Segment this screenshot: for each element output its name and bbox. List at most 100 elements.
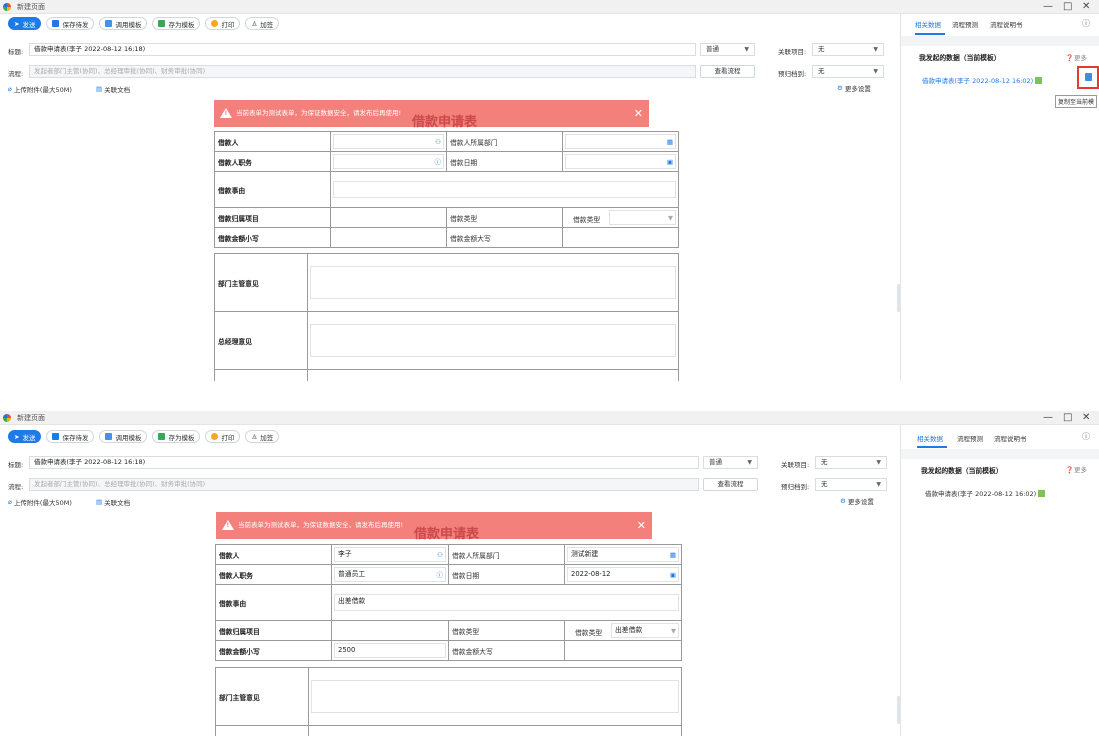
upload-attachment-link[interactable]: ⌀ 上传附件(最大50M): [8, 84, 72, 94]
close-window-button[interactable]: ✕: [1082, 0, 1090, 14]
reason-field[interactable]: [330, 171, 679, 208]
related-doc-link[interactable]: ▤ 关联文档: [96, 84, 130, 94]
opinion-table: 部门主管意见: [215, 667, 682, 736]
borrower-label: 借款人: [214, 131, 331, 152]
send-button[interactable]: ➤ 发送: [8, 430, 42, 443]
add-sign-button[interactable]: ♙ 加签: [245, 17, 280, 30]
template-badge-icon: [1038, 490, 1046, 497]
copy-to-current-button[interactable]: [1077, 66, 1099, 89]
borrower-field[interactable]: 李子 ⚇: [331, 544, 449, 565]
position-label: 借款人职务: [214, 151, 331, 172]
tab-flow-predict[interactable]: 流程预测: [957, 433, 983, 443]
call-template-button[interactable]: 调用模板: [99, 430, 148, 443]
active-tab-indicator: [917, 446, 947, 448]
amount-small-field[interactable]: 2500: [331, 640, 449, 661]
send-icon: ➤: [14, 432, 20, 441]
subject-label: 标题:: [8, 461, 24, 469]
add-sign-button[interactable]: ♙ 加签: [245, 430, 280, 443]
window-titlebar: 新建页面 — □ ✕: [0, 411, 1099, 425]
amount-small-label: 借款金额小写: [215, 640, 332, 661]
borrow-date-label: 借款日期: [446, 151, 563, 172]
info-icon[interactable]: ⓘ: [1082, 431, 1090, 442]
amount-small-field[interactable]: [330, 227, 447, 248]
more-settings-link[interactable]: ⚙ 更多设置: [837, 83, 871, 93]
dept-opinion-field[interactable]: [307, 253, 679, 312]
project-field[interactable]: [331, 620, 449, 641]
subject-input[interactable]: 借款申请表(李子 2022-08-12 16:18): [29, 43, 696, 56]
print-button[interactable]: 打印: [205, 17, 241, 30]
tab-flow-desc[interactable]: 流程说明书: [990, 19, 1023, 29]
close-banner-icon[interactable]: ✕: [634, 100, 643, 127]
position-field[interactable]: 普通员工 ⓘ: [331, 564, 449, 585]
person-icon: ⚇: [437, 551, 443, 559]
save-template-button[interactable]: 存为模板: [152, 17, 201, 30]
tab-flow-desc[interactable]: 流程说明书: [994, 433, 1027, 443]
related-project-select[interactable]: 无 ▼: [812, 43, 884, 56]
info-icon[interactable]: ⓘ: [1082, 18, 1090, 29]
project-field[interactable]: [330, 207, 447, 228]
screenshot-before: 新建页面 — □ ✕ ➤ 发送 保存待发 调用模板 存为模板 打印 ♙ 加签 标题:…: [0, 0, 1099, 381]
reason-label: 借款事由: [215, 584, 332, 621]
borrow-date-field[interactable]: ▣: [562, 151, 679, 172]
loan-type-field[interactable]: 借款类型 出差借款 ▼: [564, 620, 682, 641]
borrower-dept-field[interactable]: ▦: [562, 131, 679, 152]
tab-flow-predict[interactable]: 流程预测: [952, 19, 978, 29]
borrower-label: 借款人: [215, 544, 332, 565]
call-template-button[interactable]: 调用模板: [99, 17, 148, 30]
loan-type-field[interactable]: 借款类型 ▼: [562, 207, 679, 228]
flow-label: 流程:: [8, 483, 24, 491]
priority-select[interactable]: 普通 ▼: [700, 43, 755, 56]
close-window-button[interactable]: ✕: [1082, 411, 1090, 425]
view-flow-button[interactable]: 查看流程: [700, 65, 755, 78]
reason-field[interactable]: 出差借款: [331, 584, 682, 621]
flow-label: 流程:: [8, 70, 24, 78]
more-link[interactable]: ❓更多: [1066, 52, 1087, 62]
borrower-field[interactable]: ⚇: [330, 131, 447, 152]
template-icon: [105, 433, 113, 440]
flow-input[interactable]: 发起者部门主管(协同)、总经理审批(协同)、财务审批(协同): [29, 65, 696, 78]
send-button[interactable]: ➤ 发送: [8, 17, 42, 30]
priority-select[interactable]: 普通 ▼: [703, 456, 758, 469]
more-link[interactable]: ❓更多: [1066, 464, 1087, 474]
section-heading: 我发起的数据（当前模板）: [919, 54, 1001, 62]
upload-attachment-link[interactable]: ⌀ 上传附件(最大50M): [8, 497, 72, 507]
project-label: 借款归属项目: [214, 207, 331, 228]
related-data-item[interactable]: 借款申请表(李子 2022-08-12 16:02): [922, 75, 1043, 85]
amount-big-field[interactable]: [564, 640, 682, 661]
archive-select[interactable]: 无 ▼: [815, 478, 887, 491]
archive-select[interactable]: 无 ▼: [812, 65, 884, 78]
more-settings-link[interactable]: ⚙ 更多设置: [840, 496, 874, 506]
info-icon: ⓘ: [436, 571, 444, 579]
flow-input[interactable]: 发起者部门主管(协同)、总经理审批(协同)、财务审批(协同): [29, 478, 699, 491]
save-draft-button[interactable]: 保存待发: [46, 430, 95, 443]
warning-icon: [220, 108, 232, 118]
related-project-select[interactable]: 无 ▼: [815, 456, 887, 469]
save-draft-button[interactable]: 保存待发: [46, 17, 95, 30]
view-flow-button[interactable]: 查看流程: [703, 478, 758, 491]
borrower-dept-field[interactable]: 测试新建 ▦: [564, 544, 682, 565]
dept-opinion-field[interactable]: [308, 667, 682, 726]
minimize-button[interactable]: —: [1043, 411, 1053, 425]
document-icon: ▤: [96, 85, 103, 93]
copy-tooltip: 复制至当前模: [1055, 95, 1098, 108]
save-template-icon: [158, 433, 166, 440]
template-icon: [105, 20, 113, 27]
subject-input[interactable]: 借款申请表(李子 2022-08-12 16:18): [29, 456, 699, 469]
borrow-date-field[interactable]: 2022-08-12 ▣: [564, 564, 682, 585]
print-button[interactable]: 打印: [205, 430, 241, 443]
related-doc-link[interactable]: ▤ 关联文档: [96, 497, 130, 507]
toolbar: ➤ 发送 保存待发 调用模板 存为模板 打印 ♙ 加签: [8, 17, 280, 31]
help-icon: ❓: [1065, 54, 1074, 62]
maximize-button[interactable]: □: [1063, 411, 1072, 425]
tab-related-data[interactable]: 相关数据: [915, 19, 941, 29]
related-data-item[interactable]: 借款申请表(李子 2022-08-12 16:02): [925, 488, 1046, 498]
tab-related-data[interactable]: 相关数据: [917, 433, 943, 443]
add-sign-icon: ♙: [251, 432, 258, 441]
close-banner-icon[interactable]: ✕: [637, 512, 646, 539]
maximize-button[interactable]: □: [1063, 0, 1072, 14]
position-field[interactable]: ⓘ: [330, 151, 447, 172]
minimize-button[interactable]: —: [1043, 0, 1053, 14]
gm-opinion-field[interactable]: [307, 311, 679, 370]
save-template-button[interactable]: 存为模板: [152, 430, 201, 443]
amount-big-field[interactable]: [562, 227, 679, 248]
